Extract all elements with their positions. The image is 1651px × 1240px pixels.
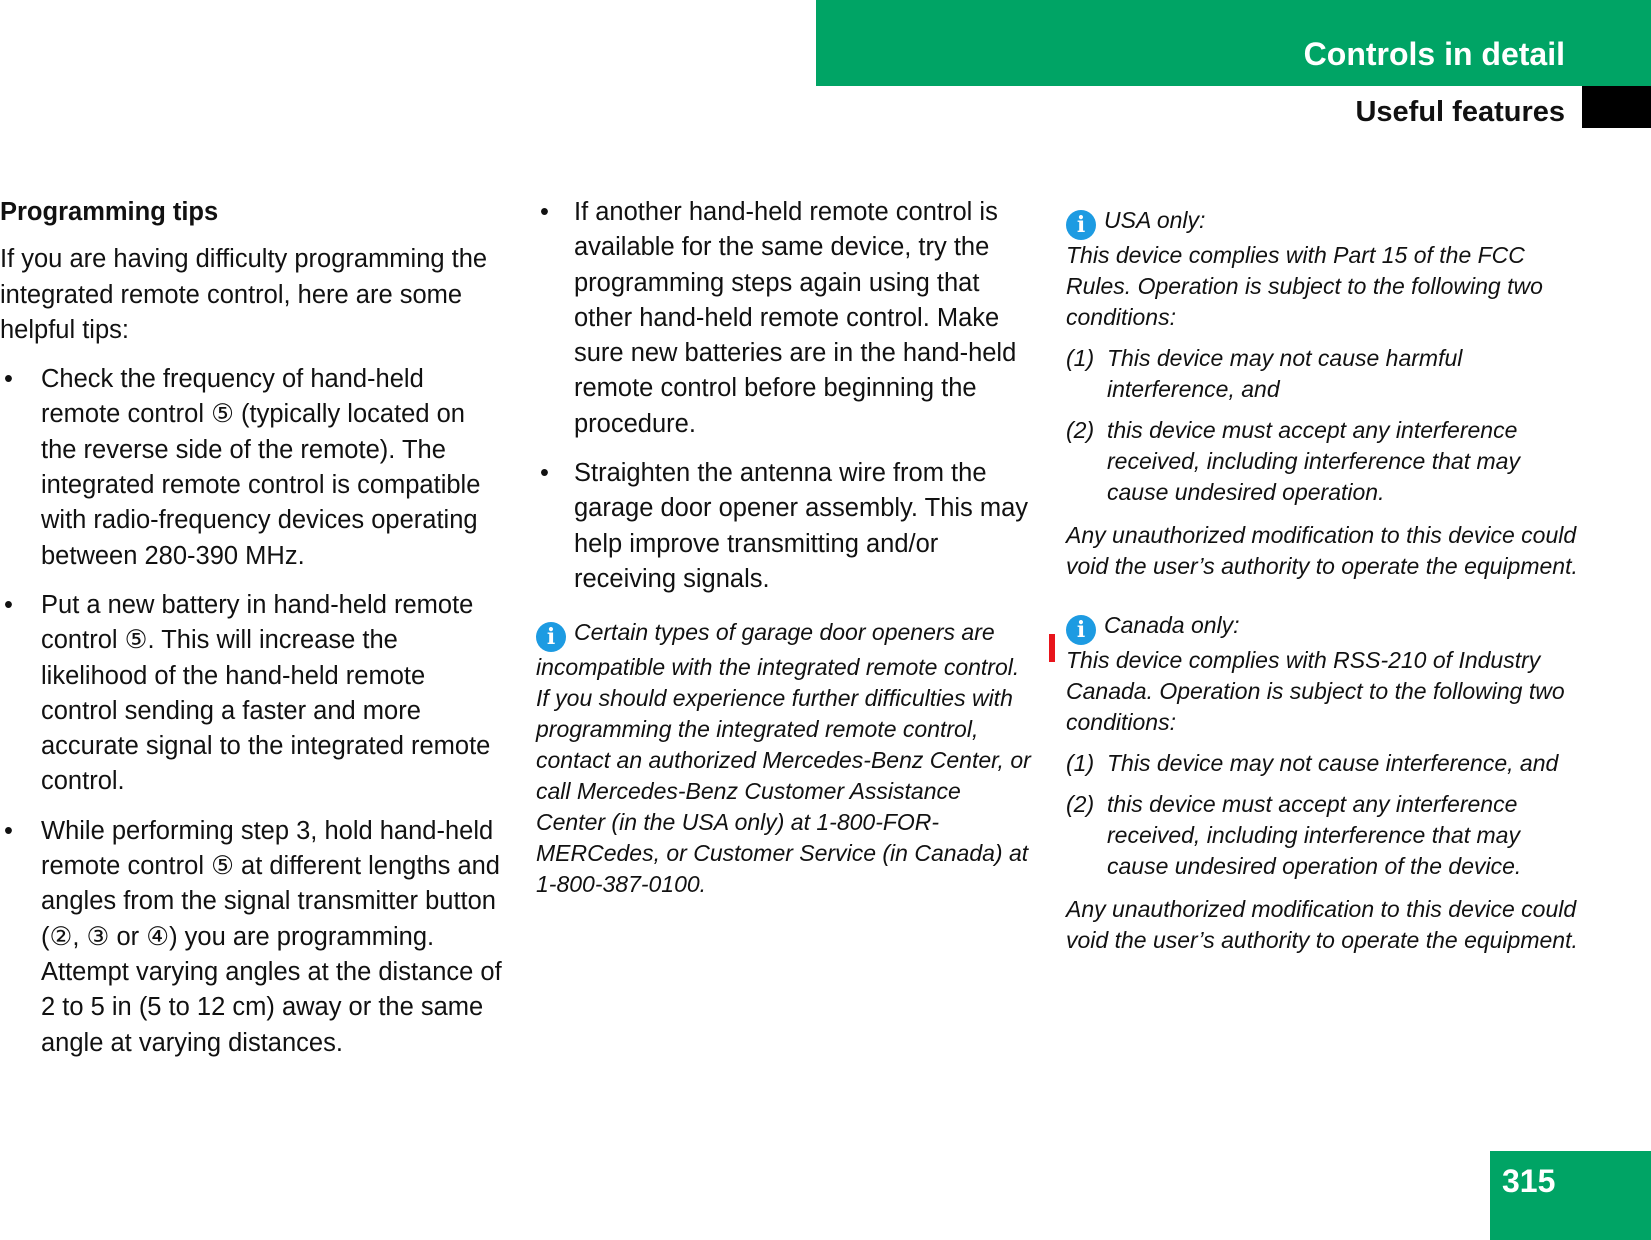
tip-item: Put a new battery in hand-held remote co… — [0, 588, 505, 800]
header-marker-block — [1582, 86, 1651, 128]
tip-item: Straighten the antenna wire from the gar… — [536, 456, 1036, 597]
canada-footer: Any unauthorized modification to this de… — [1066, 896, 1578, 953]
info-note-text: Certain types of garage door openers are… — [536, 619, 1031, 898]
info-note: i Certain types of garage door openers ar… — [536, 617, 1036, 900]
column-1: Programming tips If you are having diffi… — [0, 195, 505, 1075]
condition-item: (1) This device may not cause harmful int… — [1066, 345, 1463, 402]
info-icon: i — [1066, 210, 1096, 240]
info-icon: i — [536, 622, 566, 653]
page-number-box: 315 — [1490, 1151, 1651, 1240]
page-number: 315 — [1502, 1163, 1556, 1199]
section-header-bar: Controls in detail — [816, 0, 1651, 86]
canada-title: Canada only: — [1104, 612, 1240, 638]
intro-text: If you are having difficulty programming… — [0, 245, 488, 344]
usa-title: USA only: — [1104, 207, 1206, 233]
usa-notice: i USA only: This device complies with Par… — [1066, 205, 1586, 582]
heading-programming-tips: Programming tips — [0, 198, 219, 226]
canada-text: This device complies with RSS-210 of Ind… — [1066, 647, 1565, 735]
info-icon: i — [1066, 615, 1096, 645]
section-title: Controls in detail — [1303, 36, 1565, 72]
usa-footer: Any unauthorized modification to this de… — [1066, 522, 1578, 579]
condition-item: (2) this device must accept any interfere… — [1066, 417, 1520, 505]
tip-item: While performing step 3, hold hand-held … — [0, 814, 505, 1061]
column-3: i USA only: This device complies with Par… — [1066, 205, 1586, 956]
tip-item: If another hand-held remote control is a… — [536, 195, 1036, 442]
condition-item: (2) this device must accept any interfere… — [1066, 791, 1522, 879]
tip-item: Check the frequency of hand-held remote … — [0, 362, 505, 574]
subsection-title: Useful features — [1355, 96, 1565, 128]
column-2: If another hand-held remote control is a… — [536, 195, 1036, 914]
condition-item: (1) This device may not cause interferenc… — [1066, 750, 1559, 776]
change-marker — [1049, 634, 1055, 662]
usa-text: This device complies with Part 15 of the… — [1066, 242, 1543, 330]
canada-notice: i Canada only: This device complies with … — [1066, 610, 1586, 956]
